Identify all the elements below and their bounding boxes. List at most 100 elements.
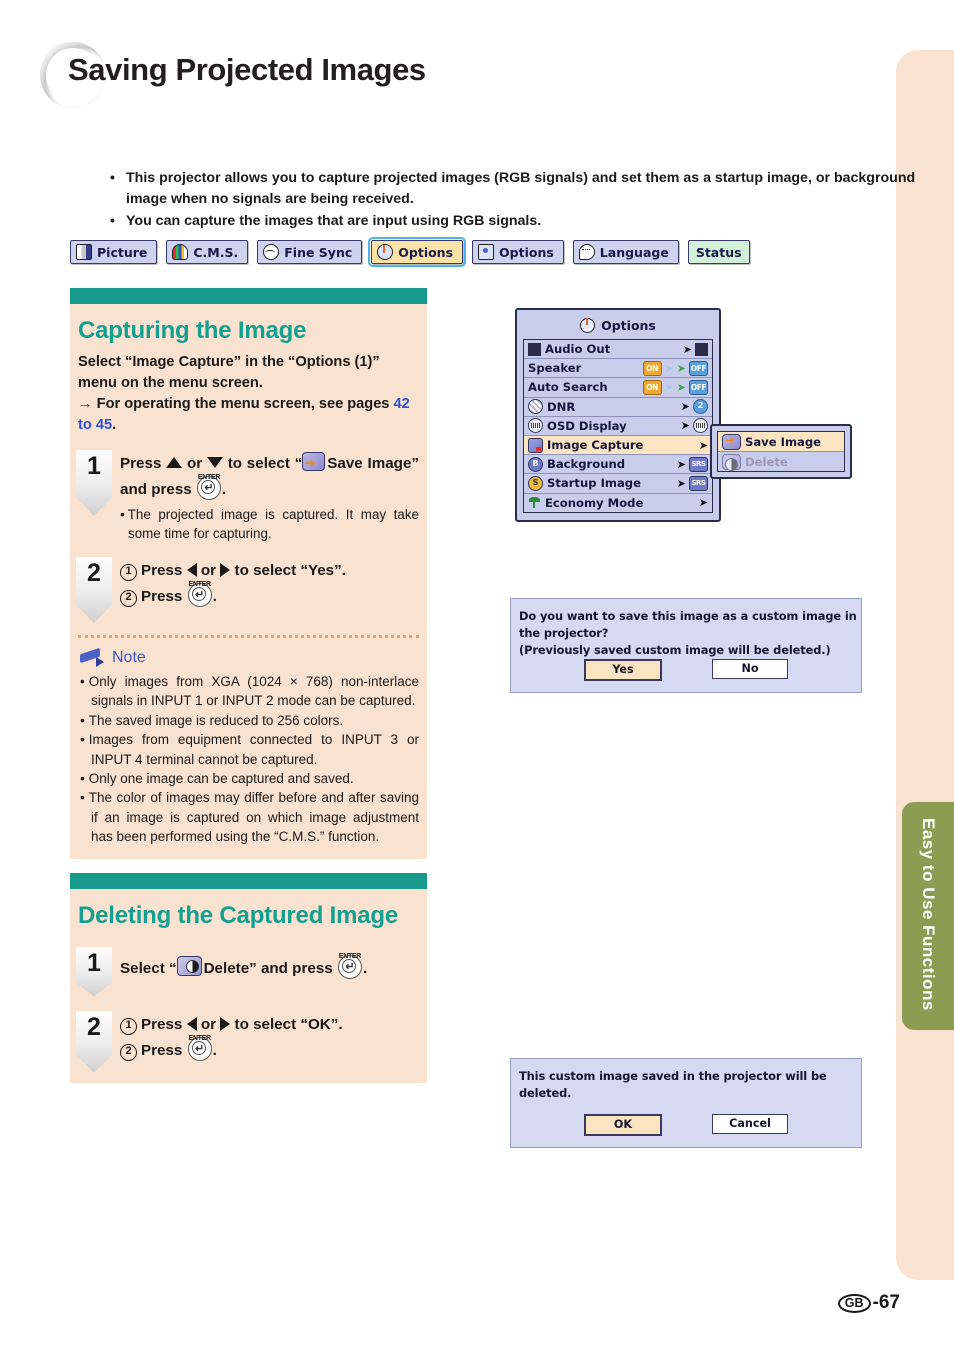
tab-label: Options — [398, 244, 454, 260]
osd-row-label: DNR — [547, 399, 576, 414]
enter-button-label: ENTER — [197, 474, 221, 481]
step-number: 2 — [87, 1012, 101, 1041]
delete-icon — [176, 955, 202, 976]
picture-icon — [76, 244, 92, 260]
speaker-icon — [695, 342, 708, 356]
background-icon: B — [528, 456, 543, 472]
osd-row-label: Background — [547, 457, 626, 472]
step-body: 1 Press or to select “Yes”. 2 Press ENTER … — [120, 557, 419, 623]
step-instruction-line2: 2Press ENTER . — [120, 581, 419, 609]
arrow-right-icon: ➤ — [680, 400, 690, 414]
page-footer: GB -67 — [837, 1292, 900, 1314]
image-capture-icon — [528, 437, 543, 453]
step-instruction-line1: 1 Press or to select “OK”. — [120, 1013, 419, 1037]
off-chip: OFF — [689, 360, 708, 376]
on-chip: ON — [642, 360, 662, 376]
page-title: Saving Projected Images — [68, 52, 426, 87]
intro-bullet: This projector allows you to capture pro… — [108, 167, 928, 210]
deleting-heading: Deleting the Captured Image — [78, 901, 398, 929]
ordinal-1: 1 — [120, 564, 137, 581]
osd-row-audio-out[interactable]: Audio Out ➤ — [524, 340, 712, 360]
tab-options-1[interactable]: Options — [368, 237, 467, 267]
step-number-badge: 1 — [76, 946, 112, 997]
no-button[interactable]: No — [712, 659, 788, 679]
tab-picture[interactable]: Picture — [70, 240, 158, 264]
off-chip: OFF — [689, 379, 708, 395]
capturing-lead: Select “Image Capture” in the “Options (… — [70, 352, 427, 446]
osd-row-image-capture[interactable]: Image Capture ➤ — [524, 435, 712, 456]
osd-row-economy-mode[interactable]: Economy Mode ➤ — [524, 493, 712, 512]
startup-image-icon: S — [528, 475, 543, 491]
osd-display-icon — [528, 418, 543, 434]
osd-row-background[interactable]: B Background ➤ SRS — [524, 455, 712, 475]
osd-row-label: Startup Image — [547, 476, 641, 491]
capturing-step-2: 2 1 Press or to select “Yes”. 2 Press ENTE… — [70, 553, 427, 633]
ok-button[interactable]: OK — [584, 1114, 662, 1136]
enter-button-icon: ENTER — [187, 1035, 212, 1061]
arrow-right-icon — [220, 563, 231, 577]
section-divider-bar — [70, 288, 427, 304]
osd-row-value: ➤ — [681, 418, 708, 434]
osd-row-value: ➤ — [699, 496, 708, 509]
step-number: 2 — [87, 559, 101, 587]
step-body: Press or to select “Save Image” and pres… — [120, 450, 419, 543]
step-text: Press — [120, 455, 162, 472]
tab-cms[interactable]: C.M.S. — [166, 240, 249, 264]
background-value-chip: SRS — [689, 456, 708, 472]
step-instruction-line2: 2Press ENTER . — [120, 1035, 419, 1063]
ordinal-2: 2 — [120, 590, 137, 607]
delete-dialog-line1: This custom image saved in the projector… — [519, 1069, 827, 1100]
osd-submenu-save-image[interactable]: Save Image — [718, 432, 844, 452]
enter-button-icon: ENTER — [196, 474, 221, 500]
yes-button[interactable]: Yes — [584, 659, 662, 681]
tab-language[interactable]: Language — [572, 240, 679, 264]
options2-icon — [478, 244, 495, 260]
enter-button-icon: ENTER — [187, 581, 212, 607]
osd-row-label: Image Capture — [547, 438, 644, 453]
tab-label: Picture — [97, 244, 148, 260]
arrow-right-icon: ➤ — [676, 361, 686, 375]
osd-submenu-delete: Delete — [718, 452, 844, 471]
delete-dialog-text: This custom image saved in the projector… — [511, 1059, 861, 1102]
tab-label: Status — [695, 244, 742, 260]
save-dialog-line1: Do you want to save this image as a cust… — [519, 609, 857, 640]
tab-label: Options — [499, 244, 554, 260]
osd-row-value: ➤ 2 — [680, 399, 708, 415]
tab-label: Fine Sync — [284, 244, 353, 260]
step-text: Press — [141, 1041, 183, 1059]
osd-row-label: Auto Search — [528, 380, 608, 395]
step-body: Select “Delete” and press ENTER . — [120, 947, 419, 997]
arrow-right-icon: ➤ — [698, 438, 708, 452]
osd-row-label: Audio Out — [545, 342, 611, 357]
osd-row-auto-search[interactable]: Auto Search ON ➤ ➤ OFF — [524, 378, 712, 398]
tab-options-2[interactable]: Options — [472, 240, 564, 264]
note-item: Images from equipment connected to INPUT… — [80, 730, 419, 769]
region-badge: GB — [837, 1293, 871, 1313]
osd-row-startup-image[interactable]: S Startup Image ➤ SRS — [524, 474, 712, 494]
capturing-lead-line1: Select “Image Capture” in the “Options (… — [78, 354, 380, 391]
capturing-heading: Capturing the Image — [78, 317, 307, 344]
save-image-icon — [722, 433, 741, 450]
arrow-up-icon — [166, 457, 183, 468]
arrow-left-icon: ➤ — [664, 361, 674, 375]
tab-fine-sync[interactable]: Fine Sync — [257, 240, 363, 264]
note-item: The color of images may differ before an… — [80, 788, 419, 846]
tab-status[interactable]: Status — [687, 240, 750, 264]
language-icon — [578, 244, 595, 260]
arrow-right-icon: ➤ — [682, 342, 692, 356]
arrow-right-icon — [220, 1016, 231, 1031]
step-text: Select “ — [120, 959, 177, 977]
startup-value-chip: SRS — [689, 475, 708, 491]
osd-row-speaker[interactable]: Speaker ON ➤ ➤ OFF — [524, 359, 712, 379]
osd-row-dnr[interactable]: DNR ➤ 2 — [524, 397, 712, 417]
dnr-value-chip: 2 — [693, 399, 708, 415]
step-text: to select “Yes”. — [234, 562, 346, 579]
cancel-button[interactable]: Cancel — [712, 1114, 788, 1134]
osd-row-label: Economy Mode — [545, 495, 644, 510]
dotted-separator — [78, 635, 419, 638]
section-divider-bar — [70, 872, 427, 889]
deleting-section: Deleting the Captured Image 1 Select “ De… — [70, 888, 427, 1083]
osd-row-osd-display[interactable]: OSD Display ➤ — [524, 416, 712, 436]
tab-label: Language — [599, 244, 669, 260]
step-note: The projected image is captured. It may … — [120, 505, 419, 543]
